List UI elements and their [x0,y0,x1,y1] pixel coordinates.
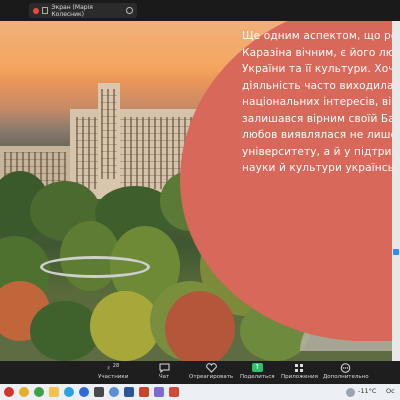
word-icon[interactable] [124,387,134,397]
more-icon [340,362,352,373]
app-icon-2[interactable] [169,387,179,397]
zoom-icon[interactable] [79,387,89,397]
more-button[interactable]: Дополнительно [323,362,369,380]
chrome-icon-2[interactable] [34,387,44,397]
apps-icon [293,362,305,373]
share-screen-icon-wrap: ↑ [251,362,263,373]
slide-text-line: України та її культури. Хоча йо [242,63,400,75]
temperature-text: -11°C [358,387,377,395]
share-screen-label: Поделиться [240,374,275,380]
app-icon[interactable] [94,387,104,397]
slide-text-line: Каразіна вічним, є його любов [242,46,400,59]
taskbar-text: Ос [386,387,395,395]
weather-icon [346,388,355,397]
slide-text-line: національних інтересів, він зав [242,96,400,108]
slide-text: Ще одним аспектом, що робит Каразіна віч… [242,28,400,177]
chrome-icon[interactable] [19,387,29,397]
telegram-icon[interactable] [64,387,74,397]
panel-marker-icon [393,249,399,255]
side-panel-edge [392,21,400,361]
slide-text-line: залишався вірним своїй Батькі [242,112,400,125]
apps-button[interactable]: Приложения [281,362,318,380]
building-tower [98,83,120,199]
chat-icon [158,362,170,373]
react-label: Отреагировать [189,374,234,380]
share-screen-button[interactable]: ↑ Поделиться [240,362,275,380]
apps-label: Приложения [281,374,318,380]
slide-text-line: Ще одним аспектом, що робит [242,30,400,42]
chat-label: Чат [158,374,170,380]
share-label-text: Экран (Марія Колесник) [51,3,93,18]
participants-count: 28 [112,362,120,369]
slide-text-line: університету, а й у підтримці р [242,145,400,158]
windows-taskbar: -11°C Ос [0,384,400,400]
participants-label: Участники [98,374,129,380]
screen-icon [41,7,49,14]
chat-button[interactable]: Чат [158,362,170,380]
participants-button[interactable]: 28 Участники [98,362,129,381]
options-icon[interactable] [126,7,133,14]
slide-text-line: діяльність часто виходила за м [242,79,400,92]
more-label: Дополнительно [323,374,369,380]
shared-slide: Ще одним аспектом, що робит Каразіна віч… [0,21,400,361]
opera-icon[interactable] [4,387,14,397]
meeting-toolbar: 28 Участники Чат Отреагировать ↑ Поделит… [0,361,400,384]
edge-icon[interactable] [109,387,119,397]
folder-icon[interactable] [49,387,59,397]
react-button[interactable]: Отреагировать [189,362,233,380]
powerpoint-icon[interactable] [139,387,149,397]
tree [165,291,235,361]
share-screen-icon: ↑ [251,363,263,372]
heart-icon [205,362,217,373]
screen-share-label[interactable]: Экран (Марія Колесник) [29,3,137,18]
share-indicator-icon [33,7,39,14]
slide-text-line: любов виявлялася не лише у с [242,129,400,141]
fountain [40,256,150,278]
photos-icon[interactable] [154,387,164,397]
slide-text-line: науки й культури українського [242,162,400,174]
participants-icon: 28 [107,362,119,373]
